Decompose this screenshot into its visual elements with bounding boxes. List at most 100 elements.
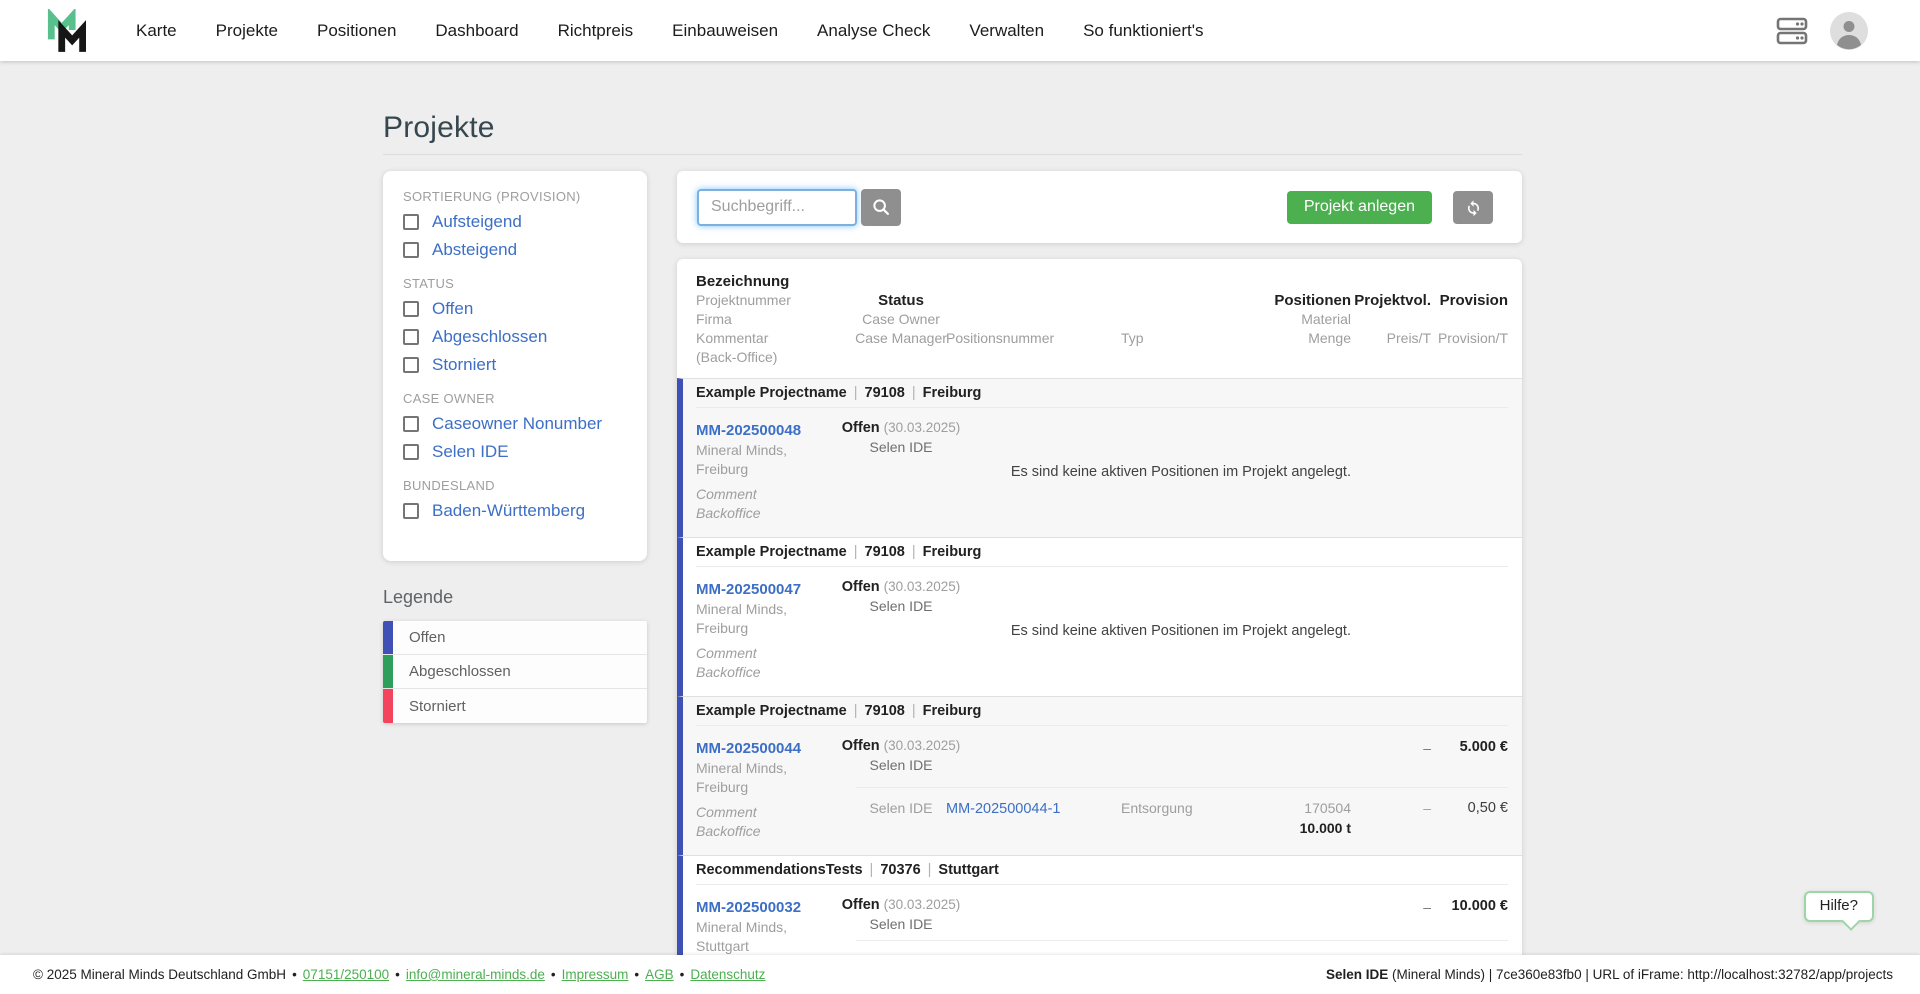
col-preis-t: Preis/T: [1386, 330, 1431, 346]
filter-option-absteigend[interactable]: Absteigend: [403, 236, 627, 264]
main-menu: Karte Projekte Positionen Dashboard Rich…: [136, 21, 1204, 41]
legend-title: Legende: [383, 587, 454, 607]
col-provision-t: Provision/T: [1437, 330, 1508, 346]
case-owner: Selen IDE: [869, 598, 933, 614]
position-number-link[interactable]: MM-202500044-1: [946, 801, 1060, 817]
nav-item-projekte[interactable]: Projekte: [216, 21, 278, 41]
title-separator: |: [911, 385, 916, 401]
footer-separator: •: [550, 967, 556, 982]
status-date: (30.03.2025): [883, 420, 961, 435]
nav-item-einbauweisen[interactable]: Einbauweisen: [672, 21, 778, 41]
refresh-button[interactable]: [1453, 190, 1493, 224]
status-badge: Offen: [841, 579, 880, 595]
checkbox-icon[interactable]: [403, 329, 419, 345]
position-material-cell: 170504 10.000 t: [1246, 940, 1351, 955]
help-button[interactable]: Hilfe?: [1803, 891, 1874, 922]
project-number-link[interactable]: MM-202500032: [696, 899, 801, 916]
user-avatar[interactable]: [1830, 11, 1868, 50]
position-material-cell: 170504 10.000 t: [1246, 786, 1351, 842]
legend-label: Abgeschlossen: [409, 663, 511, 680]
filter-option-label: Abgeschlossen: [432, 327, 548, 346]
nav-item-verwalten[interactable]: Verwalten: [969, 21, 1044, 41]
status-date: (30.03.2025): [883, 738, 961, 753]
navbar-actions: [1776, 11, 1868, 50]
nav-item-richtpreis[interactable]: Richtpreis: [558, 21, 634, 41]
legend-color-cancelled: [383, 689, 393, 723]
provision-value: 5.000 €: [1459, 739, 1508, 755]
project-zip: 79108: [864, 385, 905, 401]
position-preis: –: [1351, 940, 1431, 955]
agb-link[interactable]: AGB: [645, 967, 674, 982]
case-owner: Selen IDE: [869, 916, 933, 932]
impressum-link[interactable]: Impressum: [562, 967, 629, 982]
checkbox-icon[interactable]: [403, 357, 419, 373]
position-case-manager: Selen IDE: [856, 786, 946, 842]
status-badge: Offen: [841, 420, 880, 436]
legend: Offen Abgeschlossen Storniert: [383, 621, 647, 723]
filter-option-label: Baden-Württemberg: [432, 501, 586, 520]
title-separator: |: [853, 544, 858, 560]
filter-option-offen[interactable]: Offen: [403, 295, 627, 323]
server-status-icon[interactable]: [1776, 17, 1808, 45]
col-firma: Firma: [696, 311, 732, 327]
email-link[interactable]: info@mineral-minds.de: [406, 967, 545, 982]
project-info-cell: MM-202500047 Mineral Minds, Freiburg Com…: [696, 579, 856, 682]
project-company: Mineral Minds,: [696, 601, 788, 617]
legend-item-abgeschlossen: Abgeschlossen: [383, 655, 647, 689]
search-button[interactable]: [861, 188, 901, 226]
filter-option-aufsteigend[interactable]: Aufsteigend: [403, 208, 627, 236]
nav-item-positionen[interactable]: Positionen: [317, 21, 396, 41]
position-provision: 0,50 €: [1431, 940, 1508, 955]
create-project-button[interactable]: Projekt anlegen: [1286, 190, 1432, 224]
legend-label: Storniert: [409, 697, 466, 715]
col-case-manager: Case Manager: [855, 330, 947, 346]
filter-section-bundesland: BUNDESLAND Baden-Württemberg: [403, 478, 627, 525]
case-owner: Selen IDE: [869, 439, 933, 455]
filter-sidebar: SORTIERUNG (PROVISION) Aufsteigend Abste…: [383, 171, 647, 723]
filter-card: SORTIERUNG (PROVISION) Aufsteigend Abste…: [383, 171, 647, 561]
position-case-manager: Selen IDE: [856, 940, 946, 955]
project-number-link[interactable]: MM-202500044: [696, 740, 801, 757]
filter-option-baden-wuerttemberg[interactable]: Baden-Württemberg: [403, 497, 627, 525]
checkbox-icon[interactable]: [403, 301, 419, 317]
filter-option-abgeschlossen[interactable]: Abgeschlossen: [403, 323, 627, 351]
status-cell: Offen (30.03.2025) Selen IDE: [842, 738, 960, 779]
checkbox-icon[interactable]: [403, 242, 419, 258]
nav-item-so-funktionierts[interactable]: So funktioniert's: [1083, 21, 1203, 41]
filter-section-case-owner: CASE OWNER Caseowner Nonumber Selen IDE: [403, 391, 627, 466]
legend-item-storniert: Storniert: [383, 689, 647, 723]
title-separator: |: [869, 862, 874, 878]
search-input[interactable]: [697, 188, 857, 226]
filter-option-selen-ide[interactable]: Selen IDE: [403, 438, 627, 466]
session-info: Selen IDE (Mineral Minds) | 7ce360e83fb0…: [1326, 967, 1893, 982]
footer: © 2025 Mineral Minds Deutschland GmbH • …: [0, 955, 1920, 994]
nav-item-analyse-check[interactable]: Analyse Check: [817, 21, 930, 41]
project-city: Freiburg: [922, 703, 982, 719]
status-cell: Offen (30.03.2025) Selen IDE: [842, 897, 960, 932]
filter-option-label: Storniert: [432, 355, 497, 374]
datenschutz-link[interactable]: Datenschutz: [690, 967, 765, 982]
title-separator: |: [927, 862, 932, 878]
checkbox-icon[interactable]: [403, 214, 419, 230]
position-number-cell: MM-202500044-1: [946, 786, 1096, 842]
toolbar: Projekt anlegen: [677, 171, 1522, 243]
position-typ: Entsorgung: [1096, 786, 1246, 842]
col-status: Status: [878, 292, 924, 309]
project-city: Stuttgart: [938, 862, 999, 878]
phone-link[interactable]: 07151/250100: [303, 967, 389, 982]
nav-item-dashboard[interactable]: Dashboard: [435, 21, 518, 41]
filter-option-storniert[interactable]: Storniert: [403, 351, 627, 379]
mineral-minds-logo-icon[interactable]: [44, 8, 92, 53]
project-comment: Comment: [696, 804, 757, 820]
nav-item-karte[interactable]: Karte: [136, 21, 177, 41]
project-number-link[interactable]: MM-202500047: [696, 581, 801, 598]
project-row-202500044: Example Projectname | 79108 | Freiburg MM-20…: [677, 696, 1522, 855]
filter-option-caseowner-nonumber[interactable]: Caseowner Nonumber: [403, 410, 627, 438]
checkbox-icon[interactable]: [403, 416, 419, 432]
checkbox-icon[interactable]: [403, 444, 419, 460]
checkbox-icon[interactable]: [403, 503, 419, 519]
title-divider: [383, 154, 1522, 155]
title-separator: |: [853, 703, 858, 719]
projects-table: Bezeichnung Projektnummer Firma Kommenta…: [677, 259, 1522, 955]
project-number-link[interactable]: MM-202500048: [696, 422, 801, 439]
